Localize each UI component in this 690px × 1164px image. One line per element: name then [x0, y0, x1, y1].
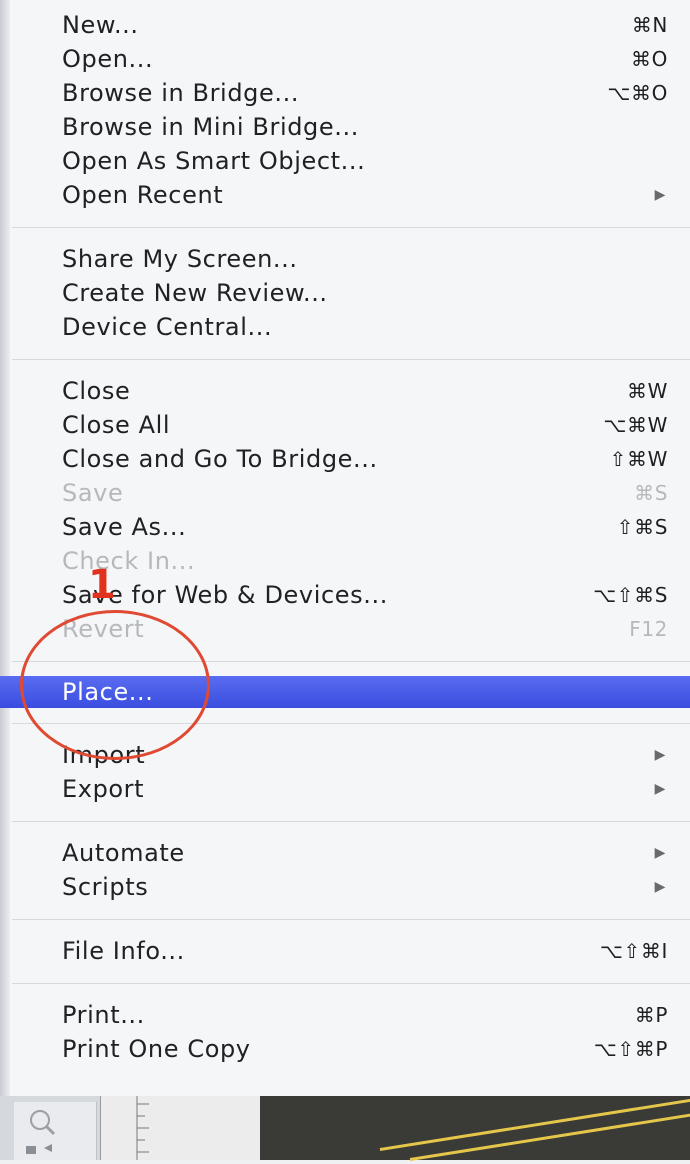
menu-item-label: Share My Screen...	[62, 245, 298, 273]
menu-item-close-and-go-to-bridge[interactable]: Close and Go To Bridge... ⇧⌘W	[0, 442, 690, 476]
menu-item-shortcut: ⇧⌘W	[609, 447, 668, 471]
menu-item-shortcut: ⌥⇧⌘S	[593, 583, 668, 607]
menu-item-shortcut: ⌘S	[634, 481, 668, 505]
menu-item-label: Close and Go To Bridge...	[62, 445, 378, 473]
submenu-arrow-icon: ▶	[654, 845, 666, 861]
menu-item-label: File Info...	[62, 937, 185, 965]
menu-item-shortcut: ⌘O	[631, 47, 668, 71]
ruler-ticks	[136, 1096, 149, 1160]
submenu-arrow-icon: ▶	[654, 187, 666, 203]
menu-item-label: Scripts	[62, 873, 149, 901]
background-app-strip	[0, 1094, 690, 1161]
menu-item-open-recent[interactable]: Open Recent ▶	[0, 178, 690, 212]
menu-item-label: Save	[62, 479, 124, 507]
menu-separator	[0, 806, 690, 836]
menu-item-shortcut: ⌥⌘W	[603, 413, 668, 437]
menu-item-browse-in-bridge[interactable]: Browse in Bridge... ⌥⌘O	[0, 76, 690, 110]
submenu-arrow-icon: ▶	[654, 747, 666, 763]
zoom-tool-icon	[26, 1110, 56, 1154]
menu-item-save-as[interactable]: Save As... ⇧⌘S	[0, 510, 690, 544]
menu-item-label: Device Central...	[62, 313, 273, 341]
menu-item-label: Print...	[62, 1001, 145, 1029]
menu-item-label: Close All	[62, 411, 171, 439]
menu-separator	[0, 904, 690, 934]
menu-item-list: New... ⌘N Open... ⌘O Browse in Bridge... ⌥⌘O B…	[0, 8, 690, 1066]
menu-item-file-info[interactable]: File Info... ⌥⇧⌘I	[0, 934, 690, 968]
menu-item-label: Print One Copy	[62, 1035, 251, 1063]
menu-item-shortcut: ⇧⌘S	[616, 515, 668, 539]
menu-item-scripts[interactable]: Scripts ▶	[0, 870, 690, 904]
menu-item-label: Open Recent	[62, 181, 224, 209]
menu-item-export[interactable]: Export ▶	[0, 772, 690, 806]
menu-item-label: Create New Review...	[62, 279, 328, 307]
menu-item-create-new-review[interactable]: Create New Review...	[0, 276, 690, 310]
menu-item-label: Check In...	[62, 547, 196, 575]
menu-item-label: Open...	[62, 45, 154, 73]
menu-separator	[0, 968, 690, 998]
menu-item-browse-in-mini-bridge[interactable]: Browse in Mini Bridge...	[0, 110, 690, 144]
menu-item-shortcut: ⌥⌘O	[607, 81, 668, 105]
menu-item-label: Browse in Bridge...	[62, 79, 300, 107]
menu-item-shortcut: ⌥⇧⌘P	[593, 1037, 668, 1061]
menu-item-shortcut: ⌘N	[631, 13, 668, 37]
menu-item-open-as-smart-object[interactable]: Open As Smart Object...	[0, 144, 690, 178]
menu-item-print-one-copy[interactable]: Print One Copy ⌥⇧⌘P	[0, 1032, 690, 1066]
submenu-arrow-icon: ▶	[654, 781, 666, 797]
menu-item-close[interactable]: Close ⌘W	[0, 374, 690, 408]
menu-item-shortcut: F12	[629, 617, 668, 641]
menu-item-label: Export	[62, 775, 145, 803]
document-canvas	[260, 1094, 690, 1161]
menu-item-new[interactable]: New... ⌘N	[0, 8, 690, 42]
menu-item-label: Automate	[62, 839, 185, 867]
menu-item-label: Save As...	[62, 513, 187, 541]
menu-item-print[interactable]: Print... ⌘P	[0, 998, 690, 1032]
menu-item-label: Open As Smart Object...	[62, 147, 366, 175]
menu-item-shortcut: ⌘P	[634, 1003, 668, 1027]
menu-item-automate[interactable]: Automate ▶	[0, 836, 690, 870]
menu-item-label: Browse in Mini Bridge...	[62, 113, 359, 141]
menu-item-shortcut: ⌘W	[627, 379, 668, 403]
menu-item-label: Save for Web & Devices...	[62, 581, 388, 609]
menu-item-label: Close	[62, 377, 131, 405]
menu-item-shortcut: ⌥⇧⌘I	[599, 939, 668, 963]
submenu-arrow-icon: ▶	[654, 879, 666, 895]
file-menu: New... ⌘N Open... ⌘O Browse in Bridge... ⌥⌘O B…	[0, 0, 690, 1096]
menu-separator	[0, 212, 690, 242]
annotation-circle	[20, 610, 210, 760]
annotation-step-number: 1	[88, 562, 116, 608]
menu-item-device-central[interactable]: Device Central...	[0, 310, 690, 344]
tools-panel	[14, 1102, 97, 1160]
menu-item-save: Save ⌘S	[0, 476, 690, 510]
menu-item-label: New...	[62, 11, 139, 39]
canvas-road-stripe	[409, 1107, 690, 1161]
menu-separator	[0, 344, 690, 374]
vertical-ruler	[100, 1096, 261, 1160]
menu-item-open[interactable]: Open... ⌘O	[0, 42, 690, 76]
menu-item-close-all[interactable]: Close All ⌥⌘W	[0, 408, 690, 442]
menu-item-share-my-screen[interactable]: Share My Screen...	[0, 242, 690, 276]
